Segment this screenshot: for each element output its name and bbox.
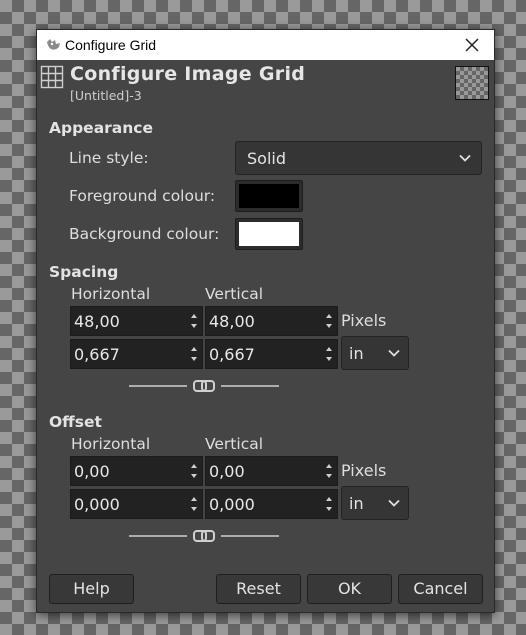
chevron-down-icon bbox=[388, 349, 400, 357]
window-title: Configure Grid bbox=[65, 37, 157, 53]
line-style-dropdown[interactable]: Solid bbox=[235, 141, 482, 175]
offset-pixels-unit-label: Pixels bbox=[341, 461, 387, 480]
spacing-vertical-inches-input[interactable]: 0,667 bbox=[205, 339, 338, 369]
offset-horizontal-inches-input[interactable]: 0,000 bbox=[70, 489, 203, 519]
close-icon[interactable] bbox=[462, 35, 482, 55]
spin-arrows-icon[interactable] bbox=[325, 342, 333, 366]
image-preview-thumbnail bbox=[455, 66, 489, 100]
offset-section-title: Offset bbox=[49, 413, 102, 431]
offset-horizontal-pixels-input[interactable]: 0,00 bbox=[70, 456, 203, 486]
offset-horizontal-label: Horizontal bbox=[71, 435, 151, 453]
spacing-vertical-label: Vertical bbox=[205, 285, 264, 303]
ok-button[interactable]: OK bbox=[307, 574, 392, 604]
offset-vertical-pixels-input[interactable]: 0,00 bbox=[205, 456, 338, 486]
spacing-unit-value: in bbox=[349, 344, 364, 363]
spin-arrows-icon[interactable] bbox=[325, 309, 333, 333]
background-colour-button[interactable] bbox=[235, 218, 303, 250]
foreground-colour-button[interactable] bbox=[235, 180, 303, 212]
spin-arrows-icon[interactable] bbox=[190, 309, 198, 333]
configure-grid-dialog: Configure Grid Configure Image Grid [Unt… bbox=[36, 29, 495, 613]
spin-arrows-icon[interactable] bbox=[190, 342, 198, 366]
offset-unit-value: in bbox=[349, 494, 364, 513]
foreground-colour-swatch bbox=[239, 184, 299, 208]
offset-vertical-label: Vertical bbox=[205, 435, 264, 453]
offset-unit-dropdown[interactable]: in bbox=[341, 486, 409, 520]
help-button[interactable]: Help bbox=[49, 574, 134, 604]
chain-link-icon[interactable] bbox=[129, 529, 279, 543]
offset-vertical-inches-input[interactable]: 0,000 bbox=[205, 489, 338, 519]
line-style-label: Line style: bbox=[69, 149, 149, 167]
spin-arrows-icon[interactable] bbox=[190, 459, 198, 483]
spacing-horizontal-pixels-input[interactable]: 48,00 bbox=[70, 306, 203, 336]
spin-arrows-icon[interactable] bbox=[190, 492, 198, 516]
chevron-down-icon bbox=[459, 154, 471, 162]
dialog-heading: Configure Image Grid bbox=[70, 63, 306, 85]
spacing-pixels-unit-label: Pixels bbox=[341, 311, 387, 330]
reset-button[interactable]: Reset bbox=[216, 574, 301, 604]
grid-icon bbox=[40, 65, 64, 89]
spin-arrows-icon[interactable] bbox=[325, 459, 333, 483]
spin-arrows-icon[interactable] bbox=[325, 492, 333, 516]
spacing-horizontal-inches-input[interactable]: 0,667 bbox=[70, 339, 203, 369]
cancel-button[interactable]: Cancel bbox=[398, 574, 483, 604]
spacing-vertical-pixels-input[interactable]: 48,00 bbox=[205, 306, 338, 336]
spacing-section-title: Spacing bbox=[49, 263, 119, 281]
image-name: [Untitled]-3 bbox=[70, 88, 142, 103]
appearance-section-title: Appearance bbox=[49, 119, 153, 137]
foreground-colour-label: Foreground colour: bbox=[69, 187, 216, 205]
spacing-horizontal-label: Horizontal bbox=[71, 285, 151, 303]
chevron-down-icon bbox=[388, 499, 400, 507]
background-colour-swatch bbox=[239, 222, 299, 246]
background-colour-label: Background colour: bbox=[69, 225, 220, 243]
line-style-value: Solid bbox=[247, 149, 286, 168]
gimp-wilber-icon bbox=[47, 39, 60, 50]
spacing-unit-dropdown[interactable]: in bbox=[341, 336, 409, 370]
title-bar: Configure Grid bbox=[37, 30, 494, 60]
chain-link-icon[interactable] bbox=[129, 379, 279, 393]
